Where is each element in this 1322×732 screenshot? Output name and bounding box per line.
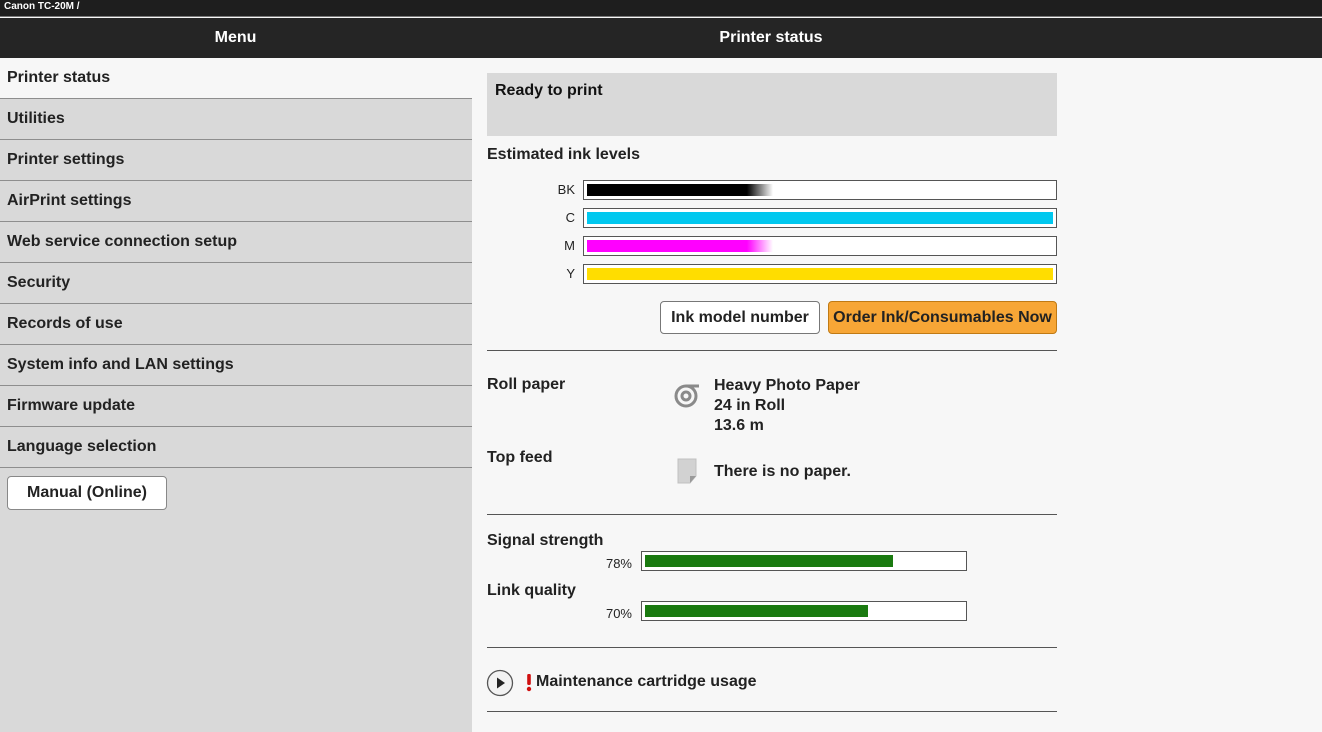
roll-paper-remaining: 13.6 m — [714, 417, 764, 434]
order-ink-button[interactable]: Order Ink/Consumables Now — [828, 301, 1057, 334]
ink-bar-bk — [583, 180, 1057, 200]
manual-online-button[interactable]: Manual (Online) — [7, 476, 167, 510]
sidebar-item-printer-settings[interactable]: Printer settings — [0, 140, 472, 181]
divider — [487, 711, 1057, 712]
main-content: Ready to print Estimated ink levels BK C… — [472, 58, 1322, 732]
exclamation-icon — [525, 673, 533, 693]
status-box: Ready to print — [487, 73, 1057, 136]
ink-label-c: C — [565, 210, 575, 225]
ink-fill-y — [587, 268, 1053, 280]
window-title: Canon TC-20M / — [4, 1, 80, 12]
ink-label-bk: BK — [557, 182, 575, 197]
top-feed-label: Top feed — [487, 449, 553, 466]
menu-title: Menu — [214, 29, 257, 46]
sidebar-item-language[interactable]: Language selection — [0, 427, 472, 468]
ink-fill-bk — [587, 184, 773, 196]
signal-strength-value: 78% — [605, 556, 632, 571]
ink-fill-c — [587, 212, 1053, 224]
divider — [487, 350, 1057, 351]
sidebar: Printer status Utilities Printer setting… — [0, 58, 472, 732]
maintenance-cartridge-link[interactable]: Maintenance cartridge usage — [536, 673, 757, 691]
link-quality-label: Link quality — [487, 582, 576, 599]
divider — [487, 647, 1057, 648]
ink-bar-m — [583, 236, 1057, 256]
link-quality-bar — [641, 601, 967, 621]
sidebar-item-firmware[interactable]: Firmware update — [0, 386, 472, 427]
ink-fill-m — [587, 240, 773, 252]
signal-strength-fill — [645, 555, 893, 567]
header: Menu Printer status — [0, 18, 1322, 58]
signal-strength-bar — [641, 551, 967, 571]
title-bar: Canon TC-20M / — [0, 0, 1322, 17]
top-feed-status: There is no paper. — [714, 463, 851, 480]
divider — [487, 514, 1057, 515]
page-title: Printer status — [719, 29, 823, 46]
sidebar-item-security[interactable]: Security — [0, 263, 472, 304]
ink-bar-c — [583, 208, 1057, 228]
ink-label-m: M — [564, 238, 575, 253]
ink-bar-y — [583, 264, 1057, 284]
paper-roll-icon — [673, 383, 699, 409]
sidebar-item-printer-status[interactable]: Printer status — [0, 58, 472, 99]
roll-paper-size: 24 in Roll — [714, 397, 786, 414]
sidebar-item-airprint-settings[interactable]: AirPrint settings — [0, 181, 472, 222]
link-quality-value: 70% — [605, 606, 632, 621]
status-message: Ready to print — [495, 82, 603, 99]
sheet-paper-icon — [677, 458, 697, 484]
sidebar-item-records[interactable]: Records of use — [0, 304, 472, 345]
sidebar-item-utilities[interactable]: Utilities — [0, 99, 472, 140]
ink-label-y: Y — [566, 266, 575, 281]
ink-heading: Estimated ink levels — [487, 146, 640, 163]
roll-paper-label: Roll paper — [487, 376, 566, 393]
roll-paper-type: Heavy Photo Paper — [714, 377, 860, 394]
sidebar-item-system-info[interactable]: System info and LAN settings — [0, 345, 472, 386]
sidebar-item-web-service[interactable]: Web service connection setup — [0, 222, 472, 263]
signal-strength-label: Signal strength — [487, 532, 604, 549]
play-icon[interactable] — [486, 669, 514, 697]
ink-model-number-button[interactable]: Ink model number — [660, 301, 820, 334]
link-quality-fill — [645, 605, 868, 617]
